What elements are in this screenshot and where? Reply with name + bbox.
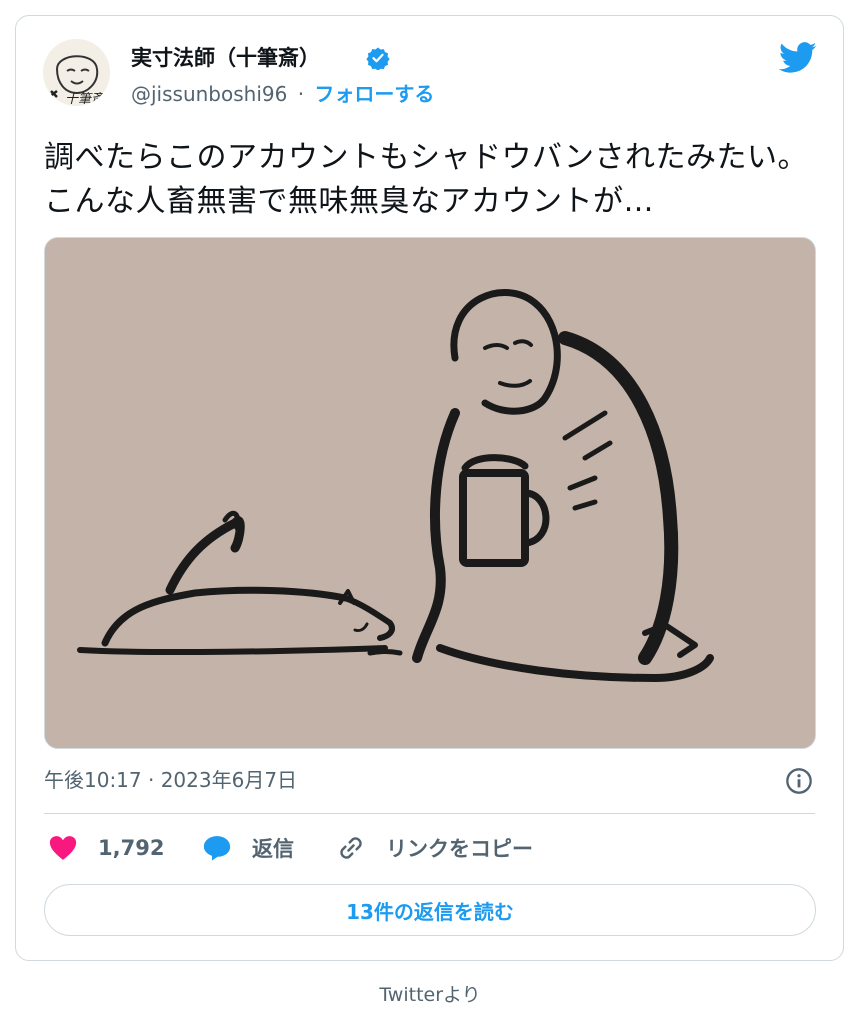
handle-separator: · — [297, 82, 305, 106]
author-name[interactable]: 実寸法師（十筆斎） — [131, 43, 320, 73]
tweet-text: 調べたらこのアカウントもシャドウバンされたみたい。こんな人畜無害で無味無臭なアカ… — [44, 140, 808, 219]
verified-badge-icon — [366, 47, 390, 70]
tweet-timestamp[interactable]: 午後10:17 · 2023年6月7日 — [44, 766, 297, 794]
speech-bubble-icon — [203, 836, 231, 861]
reply-button[interactable]: 返信 — [202, 828, 294, 868]
like-count: 1,792 — [98, 836, 165, 860]
heart-icon — [49, 836, 77, 860]
avatar-signature: 十筆斎 — [65, 91, 106, 106]
read-replies-button[interactable]: 13件の返信を読む — [44, 884, 816, 936]
copy-link-button[interactable]: リンクをコピー — [336, 828, 533, 868]
follow-button[interactable]: フォローする — [314, 82, 434, 106]
action-bar: 1,792 返信 リンクをコピー — [44, 828, 819, 868]
source-caption: Twitterより — [379, 984, 481, 1006]
avatar[interactable]: 十筆斎 — [43, 39, 110, 106]
like-button[interactable]: 1,792 — [48, 828, 164, 868]
tweet-image[interactable] — [44, 237, 816, 749]
divider — [44, 813, 815, 814]
copy-link-label: リンクをコピー — [386, 837, 533, 861]
tweet-embed-card: 十筆斎 実寸法師（十筆斎） @jissunboshi96 · フォローする 調べ… — [15, 15, 844, 961]
link-icon — [340, 837, 362, 859]
info-icon[interactable] — [785, 767, 813, 795]
author-handle[interactable]: @jissunboshi96 — [131, 82, 287, 106]
twitter-bird-icon[interactable] — [779, 42, 817, 74]
reply-label: 返信 — [252, 837, 294, 861]
handle-row: @jissunboshi96 · フォローする — [131, 80, 434, 108]
